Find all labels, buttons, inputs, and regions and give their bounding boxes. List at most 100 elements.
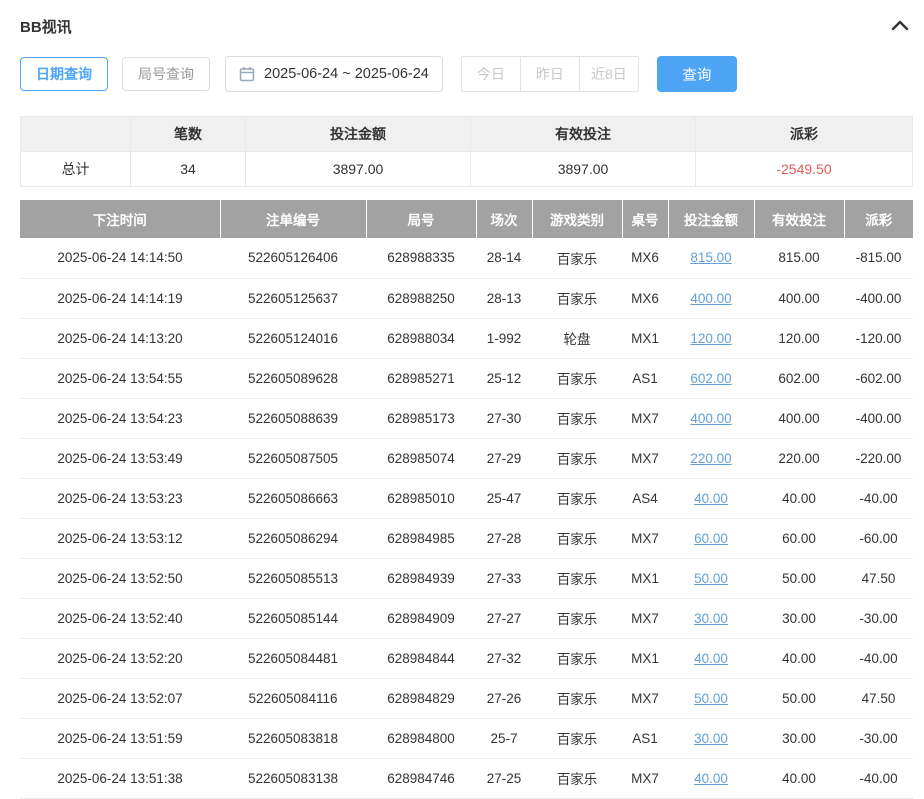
cell-session: 27-28 (476, 518, 532, 558)
bet-amount-link[interactable]: 40.00 (694, 491, 728, 506)
summary-payout: -2549.50 (696, 152, 913, 187)
filter-bar: 日期查询 局号查询 2025-06-24 ~ 2025-06-24 今日 昨日 … (20, 56, 913, 92)
cell-valid-bet: 120.00 (754, 318, 844, 358)
bet-amount-link[interactable]: 60.00 (694, 531, 728, 546)
cell-payout: -602.00 (844, 358, 913, 398)
summary-row: 总计 34 3897.00 3897.00 -2549.50 (21, 152, 913, 187)
cell-game-type: 百家乐 (532, 518, 622, 558)
collapse-button[interactable] (887, 17, 913, 36)
cell-bet-amount: 400.00 (668, 278, 754, 318)
col-header-round-no: 局号 (366, 200, 476, 238)
table-row: 2025-06-24 13:54:55 522605089628 6289852… (20, 358, 913, 398)
yesterday-button[interactable]: 昨日 (520, 56, 580, 92)
cell-session: 1-992 (476, 318, 532, 358)
cell-game-type: 百家乐 (532, 678, 622, 718)
bet-amount-link[interactable]: 50.00 (694, 571, 728, 586)
cell-game-type: 轮盘 (532, 318, 622, 358)
cell-bet-amount: 50.00 (668, 558, 754, 598)
cell-payout: -40.00 (844, 758, 913, 798)
col-header-bet-amount: 投注金额 (668, 200, 754, 238)
date-range-value: 2025-06-24 ~ 2025-06-24 (264, 66, 429, 82)
cell-round-no: 628984800 (366, 718, 476, 758)
cell-time: 2025-06-24 13:53:23 (20, 478, 220, 518)
cell-payout: 47.50 (844, 558, 913, 598)
summary-table: 笔数 投注金额 有效投注 派彩 总计 34 3897.00 3897.00 -2… (20, 116, 913, 187)
cell-order-no: 522605086294 (220, 518, 366, 558)
col-header-session: 场次 (476, 200, 532, 238)
cell-table-no: MX7 (622, 678, 668, 718)
table-row: 2025-06-24 13:53:12 522605086294 6289849… (20, 518, 913, 558)
cell-time: 2025-06-24 14:14:50 (20, 238, 220, 278)
cell-table-no: AS1 (622, 358, 668, 398)
bet-amount-link[interactable]: 30.00 (694, 611, 728, 626)
cell-payout: -40.00 (844, 638, 913, 678)
cell-game-type: 百家乐 (532, 558, 622, 598)
bet-amount-link[interactable]: 30.00 (694, 731, 728, 746)
cell-order-no: 522605084481 (220, 638, 366, 678)
round-query-tab[interactable]: 局号查询 (122, 57, 210, 91)
cell-valid-bet: 30.00 (754, 718, 844, 758)
cell-round-no: 628988034 (366, 318, 476, 358)
cell-session: 27-29 (476, 438, 532, 478)
cell-payout: -815.00 (844, 238, 913, 278)
cell-time: 2025-06-24 13:52:50 (20, 558, 220, 598)
cell-bet-amount: 815.00 (668, 238, 754, 278)
cell-bet-amount: 120.00 (668, 318, 754, 358)
cell-order-no: 522605083138 (220, 758, 366, 798)
table-row: 2025-06-24 13:53:49 522605087505 6289850… (20, 438, 913, 478)
cell-order-no: 522605125637 (220, 278, 366, 318)
table-row: 2025-06-24 14:14:50 522605126406 6289883… (20, 238, 913, 278)
cell-bet-amount: 40.00 (668, 758, 754, 798)
cell-session: 25-12 (476, 358, 532, 398)
cell-game-type: 百家乐 (532, 638, 622, 678)
cell-payout: -40.00 (844, 478, 913, 518)
today-button[interactable]: 今日 (461, 56, 521, 92)
date-query-tab[interactable]: 日期查询 (20, 57, 108, 91)
cell-session: 27-30 (476, 398, 532, 438)
bet-amount-link[interactable]: 602.00 (690, 371, 731, 386)
cell-table-no: MX7 (622, 518, 668, 558)
cell-order-no: 522605083818 (220, 718, 366, 758)
bet-table: 下注时间 注单编号 局号 场次 游戏类别 桌号 投注金额 有效投注 派彩 202… (20, 200, 913, 799)
cell-game-type: 百家乐 (532, 598, 622, 638)
cell-payout: -400.00 (844, 278, 913, 318)
cell-session: 25-7 (476, 718, 532, 758)
cell-round-no: 628984746 (366, 758, 476, 798)
cell-table-no: MX7 (622, 438, 668, 478)
cell-game-type: 百家乐 (532, 718, 622, 758)
cell-bet-amount: 400.00 (668, 398, 754, 438)
summary-count: 34 (131, 152, 246, 187)
search-button[interactable]: 查询 (657, 56, 737, 92)
cell-time: 2025-06-24 13:54:55 (20, 358, 220, 398)
cell-table-no: MX6 (622, 278, 668, 318)
summary-header-empty (21, 117, 131, 152)
bet-amount-link[interactable]: 220.00 (690, 451, 731, 466)
cell-time: 2025-06-24 13:54:23 (20, 398, 220, 438)
cell-table-no: AS1 (622, 718, 668, 758)
cell-table-no: AS4 (622, 478, 668, 518)
cell-valid-bet: 60.00 (754, 518, 844, 558)
cell-payout: -30.00 (844, 718, 913, 758)
col-header-payout: 派彩 (844, 200, 913, 238)
bet-amount-link[interactable]: 400.00 (690, 411, 731, 426)
cell-bet-amount: 40.00 (668, 638, 754, 678)
cell-table-no: MX7 (622, 398, 668, 438)
cell-valid-bet: 50.00 (754, 558, 844, 598)
cell-game-type: 百家乐 (532, 398, 622, 438)
bet-amount-link[interactable]: 815.00 (690, 250, 731, 265)
bet-amount-link[interactable]: 40.00 (694, 651, 728, 666)
cell-round-no: 628984985 (366, 518, 476, 558)
bet-amount-link[interactable]: 40.00 (694, 771, 728, 786)
cell-bet-amount: 50.00 (668, 678, 754, 718)
cell-payout: -30.00 (844, 598, 913, 638)
bet-amount-link[interactable]: 120.00 (690, 331, 731, 346)
bet-amount-link[interactable]: 50.00 (694, 691, 728, 706)
cell-payout: -220.00 (844, 438, 913, 478)
table-row: 2025-06-24 13:52:50 522605085513 6289849… (20, 558, 913, 598)
bet-amount-link[interactable]: 400.00 (690, 291, 731, 306)
date-range-input[interactable]: 2025-06-24 ~ 2025-06-24 (225, 56, 443, 92)
last-8-days-button[interactable]: 近8日 (579, 56, 639, 92)
cell-game-type: 百家乐 (532, 478, 622, 518)
cell-valid-bet: 40.00 (754, 638, 844, 678)
cell-round-no: 628984939 (366, 558, 476, 598)
